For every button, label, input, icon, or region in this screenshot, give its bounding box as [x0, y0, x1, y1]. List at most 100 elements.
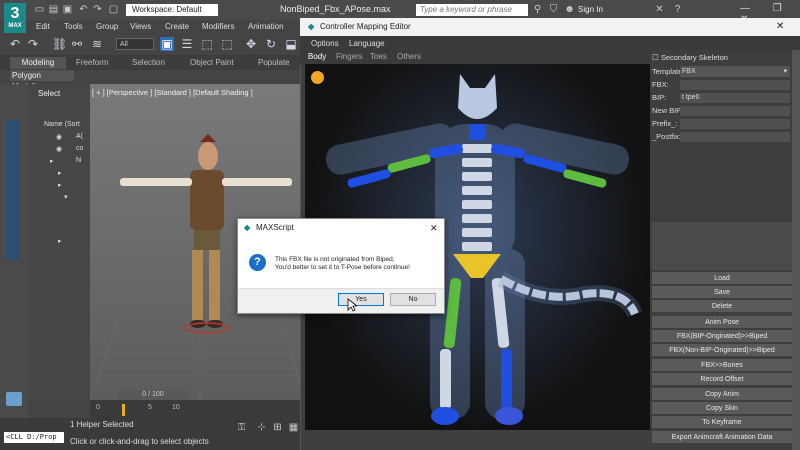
bind-spacewarp-icon[interactable]: ≋	[90, 37, 104, 51]
expand-arrow-icon[interactable]: ▸	[58, 237, 62, 245]
menu-create[interactable]: Create	[165, 22, 189, 31]
time-marker[interactable]	[122, 404, 125, 416]
menu-tools[interactable]: Tools	[64, 22, 83, 31]
select-object-icon[interactable]: ▣	[160, 37, 174, 51]
undo-icon[interactable]: ↶	[8, 37, 22, 51]
load-button[interactable]: Load	[652, 272, 792, 285]
scene-item[interactable]: hi	[76, 157, 81, 164]
scene-item[interactable]: co	[76, 145, 83, 152]
move-icon[interactable]: ✥	[244, 37, 258, 51]
fbx-field[interactable]	[680, 80, 790, 90]
neck-bone[interactable]	[469, 124, 485, 140]
tab-others[interactable]: Others	[397, 52, 421, 61]
secondary-skeleton-checkbox[interactable]: ☐ Secondary Skeleton	[652, 53, 728, 62]
snap-icon[interactable]: ⊹	[256, 422, 267, 433]
new-bip-field[interactable]	[680, 106, 790, 116]
export-animcraft-button[interactable]: Export Animcraft Animation Data	[652, 431, 792, 444]
copy-anim-button[interactable]: Copy Anim	[652, 388, 792, 401]
viewport-layout-icon[interactable]	[6, 392, 22, 406]
expand-arrow-icon[interactable]: ▸	[58, 181, 62, 189]
window-crossing-icon[interactable]: ⬚	[220, 37, 234, 51]
workspace-dropdown[interactable]: Workspace: Default	[126, 4, 218, 16]
expand-arrow-icon[interactable]: ▸	[58, 169, 62, 177]
fbx-to-bones-button[interactable]: FBX>>Bones	[652, 359, 792, 372]
fbx-bip-originated-to-biped-button[interactable]: FBX(BIP-Originated)>>Biped	[652, 330, 792, 343]
copy-skin-button[interactable]: Copy Skin	[652, 402, 792, 415]
new-file-icon[interactable]: ▭	[34, 4, 45, 15]
sign-in-button[interactable]: Sign In	[578, 5, 603, 14]
cme-menu-options[interactable]: Options	[311, 39, 339, 48]
save-button[interactable]: Save	[652, 286, 792, 299]
search-icon[interactable]: ⚲	[532, 4, 543, 15]
delete-button[interactable]: Delete	[652, 300, 792, 313]
right-calf-bone[interactable]	[501, 349, 512, 409]
redo-icon[interactable]: ↷	[26, 37, 40, 51]
tab-body[interactable]: Body	[308, 52, 326, 61]
project-folder-icon[interactable]: ▢	[108, 4, 119, 15]
link-icon[interactable]: ⛓	[52, 37, 67, 51]
cme-menu-language[interactable]: Language	[349, 39, 385, 48]
menu-views[interactable]: Views	[130, 22, 151, 31]
explorer-select-menu[interactable]: Select	[38, 89, 60, 98]
ribbon-tab-freeform[interactable]: Freeform	[76, 58, 108, 67]
viewport-label[interactable]: [ + ] [Perspective ] [Standard ] [Defaul…	[92, 88, 253, 97]
left-foot-bone[interactable]	[431, 407, 459, 425]
isolate-icon[interactable]: ▦	[288, 422, 299, 433]
redo-icon[interactable]: ↷	[92, 4, 103, 15]
expand-arrow-icon[interactable]: ▸	[50, 157, 54, 165]
menu-animation[interactable]: Animation	[248, 22, 284, 31]
anim-pose-button[interactable]: Anim Pose	[652, 316, 792, 329]
time-slider[interactable]: 0 / 100	[118, 390, 188, 400]
user-icon[interactable]: ☻	[564, 4, 575, 15]
menu-modifiers[interactable]: Modifiers	[202, 22, 234, 31]
cart-icon[interactable]: ⛉	[548, 4, 559, 15]
no-button[interactable]: No	[390, 293, 436, 306]
yes-button[interactable]: Yes	[338, 293, 384, 306]
search-input[interactable]: Type a keyword or phrase	[416, 4, 528, 16]
panel-scrollbar[interactable]	[792, 50, 800, 450]
select-by-name-icon[interactable]: ☰	[180, 37, 194, 51]
ribbon-tab-modeling[interactable]: Modeling	[10, 57, 66, 69]
rect-selection-icon[interactable]: ⬚	[200, 37, 214, 51]
ribbon-tab-populate[interactable]: Populate	[258, 58, 290, 67]
close-icon[interactable]: ✕	[776, 18, 784, 36]
scene-item-visibility-icon[interactable]: ◉	[56, 145, 62, 153]
maxscript-listener-input[interactable]: <CLL D:/Prop	[4, 432, 64, 443]
head-bone[interactable]	[458, 74, 497, 119]
help-icon[interactable]: ?	[672, 4, 683, 15]
selection-filter[interactable]: All	[116, 38, 154, 50]
dialog-close-icon[interactable]: ✕	[430, 219, 438, 237]
fbx-non-bip-originated-to-biped-button[interactable]: FBX(Non-BIP-Originated)>>Biped	[652, 344, 792, 357]
scene-item-visibility-icon[interactable]: ◉	[56, 133, 62, 141]
to-keyframe-button[interactable]: To Keyframe	[652, 416, 792, 429]
tab-fingers[interactable]: Fingers	[336, 52, 363, 61]
undo-icon[interactable]: ↶	[78, 4, 89, 15]
name-column-header[interactable]: Name (Sort	[44, 121, 80, 128]
record-offset-button[interactable]: Record Offset	[652, 373, 792, 386]
unlink-icon[interactable]: ⚯	[70, 37, 84, 51]
expand-arrow-icon[interactable]: ▾	[64, 193, 68, 201]
lock-selection-icon[interactable]: ⚿	[236, 422, 247, 433]
coordinate-icon[interactable]: ⊞	[272, 422, 283, 433]
exchange-icon[interactable]: ✕	[654, 4, 665, 15]
menu-group[interactable]: Group	[96, 22, 118, 31]
scale-icon[interactable]: ⬓	[284, 37, 298, 51]
mapping-list-panel[interactable]	[652, 222, 792, 270]
ribbon-tab-object-paint[interactable]: Object Paint	[190, 58, 234, 67]
tab-toes[interactable]: Toes	[370, 52, 387, 61]
scene-item[interactable]: A(	[76, 133, 83, 140]
left-calf-bone[interactable]	[440, 349, 451, 409]
status-indicator-icon[interactable]	[311, 71, 324, 84]
app-logo[interactable]: 3 MAX	[4, 3, 26, 33]
postfix-field[interactable]	[680, 132, 790, 142]
ribbon-tab-selection[interactable]: Selection	[132, 58, 165, 67]
menu-edit[interactable]: Edit	[36, 22, 50, 31]
prefix-field[interactable]	[680, 119, 790, 129]
template-select[interactable]: FBX ▾	[680, 66, 790, 77]
open-file-icon[interactable]: ▤	[48, 4, 59, 15]
right-foot-bone[interactable]	[495, 407, 523, 425]
save-icon[interactable]: ▣	[62, 4, 73, 15]
rotate-icon[interactable]: ↻	[264, 37, 278, 51]
bip-field[interactable]: t tpe0	[680, 93, 790, 103]
polygon-modeling-panel[interactable]: Polygon Modeling	[10, 70, 74, 91]
